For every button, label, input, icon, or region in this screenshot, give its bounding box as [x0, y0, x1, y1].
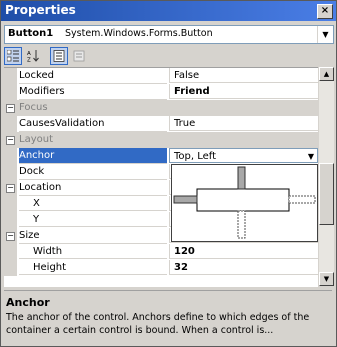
categorized-icon[interactable]: [4, 47, 22, 65]
description-pane: Anchor The anchor of the control. Anchor…: [4, 290, 332, 344]
window-title: Properties: [5, 3, 76, 17]
prop-name: Locked: [19, 68, 167, 84]
vertical-scrollbar[interactable]: ▲ ▼: [319, 67, 334, 286]
prop-value[interactable]: True: [169, 116, 318, 131]
toolbar: AZ: [4, 46, 334, 66]
anchor-editor[interactable]: [171, 164, 318, 242]
category-label: Focus: [19, 102, 48, 113]
row-margin: [4, 68, 17, 84]
prop-name: Width: [19, 244, 167, 259]
row-margin: [4, 244, 17, 260]
properties-window: Properties × Button1 System.Windows.Form…: [0, 0, 337, 347]
prop-name: Size: [19, 228, 167, 244]
prop-name: Y: [19, 212, 167, 227]
close-button[interactable]: ×: [317, 4, 333, 19]
row-margin: [4, 260, 17, 276]
row-width[interactable]: Width 120: [4, 244, 318, 260]
object-type: System.Windows.Forms.Button: [65, 28, 213, 39]
description-text: The anchor of the control. Anchors defin…: [6, 312, 310, 336]
events-icon[interactable]: [70, 47, 88, 65]
anchor-top-bar[interactable]: [237, 166, 246, 190]
prop-value[interactable]: 32: [169, 260, 318, 275]
properties-icon[interactable]: [50, 47, 68, 65]
scroll-down-button[interactable]: ▼: [319, 272, 334, 286]
prop-name: Height: [19, 260, 167, 275]
row-margin: [4, 116, 17, 132]
scroll-thumb[interactable]: [319, 163, 334, 225]
anchor-right-bar[interactable]: [288, 195, 316, 204]
anchor-control-box: [196, 188, 290, 212]
description-title: Anchor: [6, 296, 50, 309]
object-selector[interactable]: Button1 System.Windows.Forms.Button ▼: [4, 25, 334, 44]
row-height[interactable]: Height 32: [4, 260, 318, 276]
row-margin: [4, 84, 17, 100]
title-bar[interactable]: Properties ×: [1, 1, 336, 21]
prop-name: Modifiers: [19, 84, 167, 100]
category-layout[interactable]: − Layout: [4, 132, 318, 148]
row-margin: [4, 196, 17, 212]
object-name: Button1: [8, 28, 54, 39]
row-margin: [4, 212, 17, 228]
prop-name: X: [19, 196, 167, 211]
scroll-up-button[interactable]: ▲: [319, 67, 334, 81]
row-causesvalidation[interactable]: CausesValidation True: [4, 116, 318, 132]
row-locked[interactable]: Locked False: [4, 68, 318, 84]
prop-name: Dock: [19, 164, 167, 180]
collapse-icon[interactable]: −: [6, 184, 15, 193]
prop-name: Location: [19, 180, 167, 196]
svg-text:Z: Z: [27, 58, 31, 63]
prop-value: Top, Left: [174, 151, 217, 162]
collapse-icon[interactable]: −: [6, 104, 15, 113]
anchor-value-field[interactable]: Top, Left ▼: [169, 148, 318, 163]
prop-name: CausesValidation: [19, 116, 167, 132]
prop-value[interactable]: False: [169, 68, 318, 83]
row-anchor[interactable]: Anchor Top, Left ▼: [4, 148, 318, 164]
row-margin: [4, 148, 17, 164]
anchor-diagram: [173, 166, 316, 239]
anchor-left-bar[interactable]: [173, 195, 198, 204]
prop-name: Anchor: [19, 148, 167, 164]
category-focus[interactable]: − Focus: [4, 100, 318, 116]
collapse-icon[interactable]: −: [6, 232, 15, 241]
row-margin: [4, 164, 17, 180]
row-modifiers[interactable]: Modifiers Friend: [4, 84, 318, 100]
category-label: Layout: [19, 134, 53, 145]
collapse-icon[interactable]: −: [6, 136, 15, 145]
anchor-bottom-bar[interactable]: [237, 210, 246, 239]
chevron-down-icon[interactable]: ▼: [308, 149, 314, 162]
alphabetical-icon[interactable]: AZ: [24, 47, 42, 65]
prop-value[interactable]: Friend: [169, 84, 318, 99]
chevron-down-icon[interactable]: ▼: [317, 26, 333, 43]
svg-text:A: A: [27, 51, 31, 57]
prop-value[interactable]: 120: [169, 244, 318, 259]
